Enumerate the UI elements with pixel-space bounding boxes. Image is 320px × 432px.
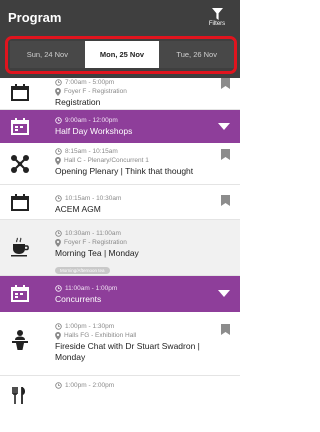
list-item[interactable]: 10:15am - 10:30am ACEM AGM [0, 185, 240, 220]
time-row: 11:00am - 1:00pm [55, 284, 210, 293]
bookmark-icon[interactable] [221, 149, 230, 160]
session-group-row[interactable]: 11:00am - 1:00pm Concurrents [0, 276, 240, 312]
location-row: Halls FG - Exhibition Hall [55, 331, 210, 340]
item-time: 10:30am - 11:00am [65, 230, 121, 237]
speaker-icon [12, 330, 28, 350]
item-location: Foyer F - Registration [64, 88, 127, 95]
time-row: 8:15am - 10:15am [55, 147, 210, 156]
item-location: Hall C - Plenary/Concurrent 1 [64, 157, 149, 164]
tea-cup-icon [11, 237, 29, 257]
item-title: Opening Plenary | Think that thought [55, 166, 194, 176]
item-title: Fireside Chat with Dr Stuart Swadron | M… [55, 341, 200, 362]
item-time: 9:00am - 12:00pm [65, 117, 118, 124]
session-group-row[interactable]: 9:00am - 12:00pm Half Day Workshops [0, 110, 240, 143]
plenary-icon [11, 155, 29, 173]
list-item[interactable]: 8:15am - 10:15am Hall C - Plenary/Concur… [0, 143, 240, 185]
item-time: 7:00am - 5:00pm [65, 79, 115, 86]
chevron-down-icon[interactable] [218, 123, 230, 130]
item-title: Half Day Workshops [55, 126, 133, 136]
calendar-group-icon [11, 285, 29, 302]
time-row: 9:00am - 12:00pm [55, 116, 210, 125]
location-pin-icon [55, 331, 61, 340]
day-tabs: Sun, 24 Nov Mon, 25 Nov Tue, 26 Nov [10, 41, 235, 68]
clock-icon [55, 323, 62, 330]
item-title: Registration [55, 97, 101, 107]
clock-icon [55, 285, 62, 292]
calendar-icon [11, 84, 29, 101]
item-title: Morning Tea | Monday [55, 248, 139, 258]
item-time: 1:00pm - 1:30pm [65, 323, 115, 330]
list-item[interactable]: 1:00pm - 1:30pm Halls FG - Exhibition Ha… [0, 312, 240, 376]
bookmark-icon[interactable] [221, 324, 230, 335]
clock-icon [55, 230, 62, 237]
list-item[interactable]: 1:00pm - 2:00pm [0, 376, 240, 406]
lunch-icon [12, 387, 25, 404]
filters-button[interactable]: Filters [200, 8, 234, 27]
item-location: Halls FG - Exhibition Hall [64, 332, 137, 339]
filters-label: Filters [208, 21, 226, 27]
filter-icon [211, 8, 223, 20]
category-tag: Morning/Afternoon tea [55, 267, 110, 274]
item-time: 11:00am - 1:00pm [65, 285, 118, 292]
tab-mon-25-nov[interactable]: Mon, 25 Nov [84, 41, 160, 68]
item-location: Foyer F - Registration [64, 239, 127, 246]
item-title: Concurrents [55, 294, 102, 304]
clock-icon [55, 382, 62, 389]
item-time: 1:00pm - 2:00pm [65, 382, 115, 389]
clock-icon [55, 117, 62, 124]
tab-sun-24-nov[interactable]: Sun, 24 Nov [10, 41, 85, 68]
location-pin-icon [55, 156, 61, 165]
time-row: 1:00pm - 1:30pm [55, 322, 210, 331]
location-pin-icon [55, 238, 61, 247]
location-row: Foyer F - Registration [55, 238, 210, 247]
location-row: Foyer F - Registration [55, 87, 210, 96]
clock-icon [55, 148, 62, 155]
item-time: 10:15am - 10:30am [65, 195, 122, 202]
list-item[interactable]: 7:00am - 5:00pm Foyer F - Registration R… [0, 78, 240, 110]
tab-tue-26-nov[interactable]: Tue, 26 Nov [159, 41, 235, 68]
calendar-group-icon [11, 118, 29, 135]
time-row: 1:00pm - 2:00pm [55, 381, 210, 390]
clock-icon [55, 195, 62, 202]
calendar-icon [11, 194, 29, 211]
time-row: 10:30am - 11:00am [55, 229, 210, 238]
chevron-down-icon[interactable] [218, 290, 230, 297]
list-item[interactable]: 10:30am - 11:00am Foyer F - Registration… [0, 220, 240, 276]
item-title: ACEM AGM [55, 204, 101, 214]
time-row: 10:15am - 10:30am [55, 194, 210, 203]
location-pin-icon [55, 87, 61, 96]
item-time: 8:15am - 10:15am [65, 148, 118, 155]
page-title: Program [8, 10, 62, 25]
location-row: Hall C - Plenary/Concurrent 1 [55, 156, 210, 165]
bookmark-icon[interactable] [221, 78, 230, 89]
time-row: 7:00am - 5:00pm [55, 78, 210, 87]
clock-icon [55, 79, 62, 86]
program-list: 7:00am - 5:00pm Foyer F - Registration R… [0, 78, 240, 406]
bookmark-icon[interactable] [221, 195, 230, 206]
